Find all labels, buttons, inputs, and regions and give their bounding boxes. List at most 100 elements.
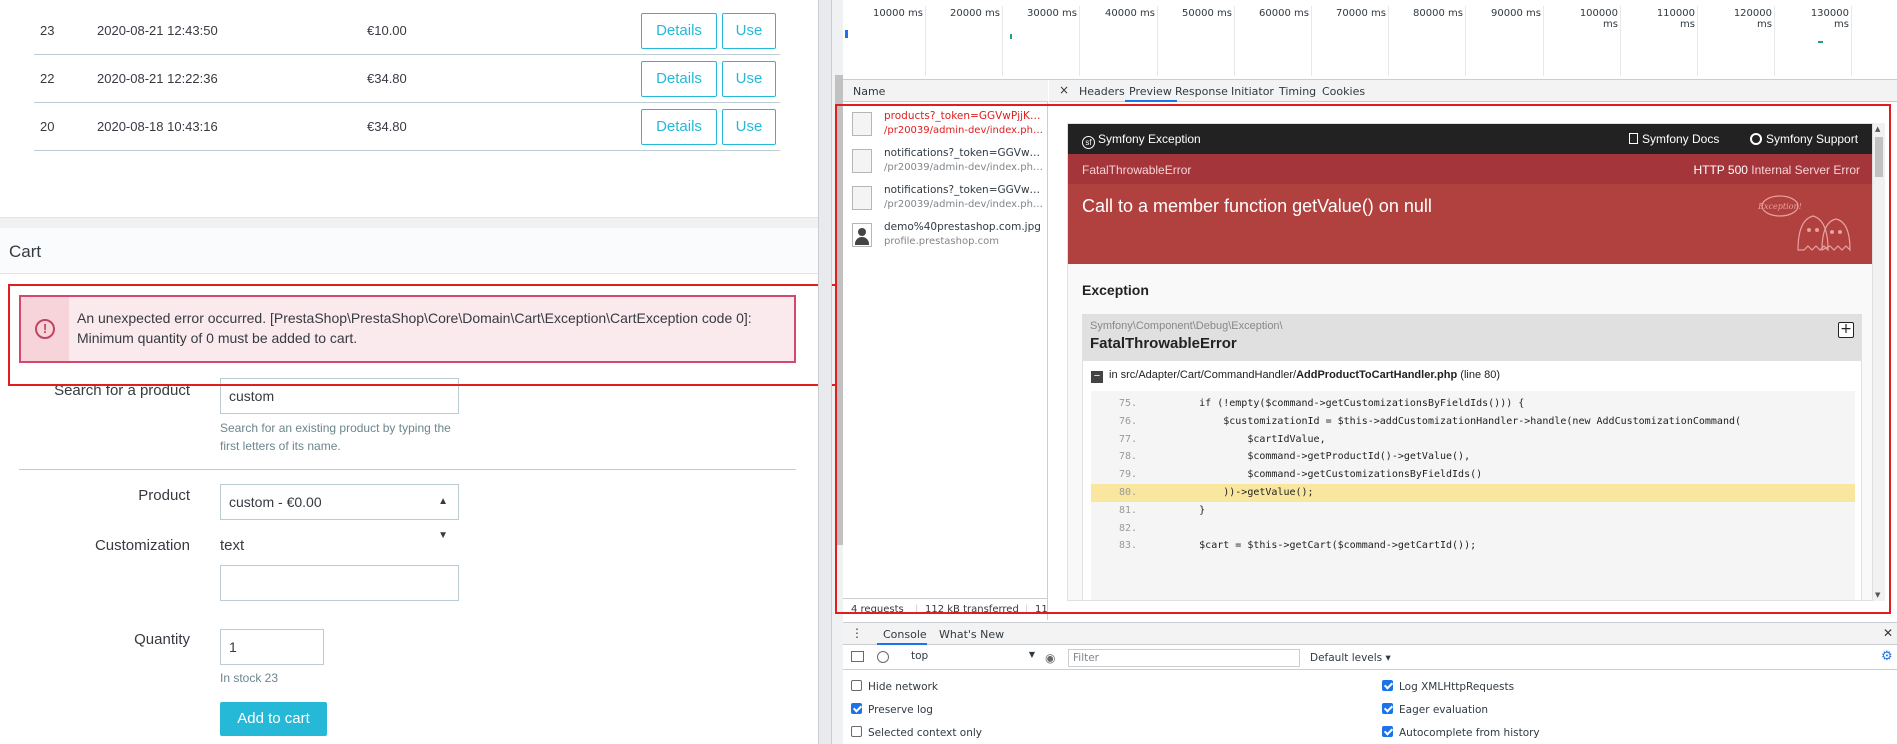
details-button[interactable]: Details — [641, 61, 717, 97]
eye-icon[interactable]: ◉ — [1045, 651, 1055, 665]
eager-evaluation-option[interactable]: Eager evaluation — [1382, 703, 1488, 716]
timeline-gridline — [1388, 6, 1389, 76]
timeline-gridline — [1311, 6, 1312, 76]
divider — [19, 469, 796, 470]
select-arrows-icon: ▲ ▼ — [438, 496, 448, 541]
checkbox[interactable] — [1382, 726, 1393, 737]
request-detail-tabs: × Headers Preview Response Initiator Tim… — [1049, 80, 1897, 102]
voucher-amount: €34.80 — [367, 71, 407, 86]
timeline-tick-label: 1400 — [1877, 8, 1897, 19]
timeline-tick-label: 40000 ms — [1105, 8, 1155, 19]
tab-preview[interactable]: Preview — [1129, 85, 1172, 98]
quantity-input[interactable]: 1 — [220, 629, 324, 665]
search-help: Search for an existing product by typing… — [220, 421, 451, 453]
timeline-bar — [845, 30, 848, 38]
log-xhr-option[interactable]: Log XMLHttpRequests — [1382, 680, 1514, 693]
timeline-gridline — [925, 6, 926, 76]
checkbox[interactable] — [851, 726, 862, 737]
autocomplete-option[interactable]: Autocomplete from history — [1382, 726, 1540, 739]
tab-timing[interactable]: Timing — [1279, 85, 1316, 98]
drawer-tabs: ⋮ Console What's New ✕ — [843, 623, 1897, 645]
tab-initiator[interactable]: Initiator — [1231, 85, 1274, 98]
checkbox[interactable] — [851, 703, 862, 714]
details-button[interactable]: Details — [641, 109, 717, 145]
option-label: Preserve log — [868, 704, 933, 716]
tab-console[interactable]: Console — [883, 628, 927, 641]
use-button[interactable]: Use — [722, 109, 776, 145]
tab-response[interactable]: Response — [1175, 85, 1228, 98]
checkbox[interactable] — [1382, 703, 1393, 714]
details-button[interactable]: Details — [641, 13, 717, 49]
filter-input[interactable]: Filter — [1068, 649, 1300, 667]
preserve-log-option[interactable]: Preserve log — [851, 703, 933, 716]
timeline-gridline — [1851, 6, 1852, 76]
timeline-tick-label: 80000 ms — [1413, 8, 1463, 19]
option-label: Log XMLHttpRequests — [1399, 681, 1515, 693]
timeline-tick-label: 130000 ms — [1810, 8, 1849, 30]
context-select[interactable]: top ▼ — [911, 650, 1035, 666]
selected-context-option[interactable]: Selected context only — [851, 726, 982, 739]
timeline-tick-label: 30000 ms — [1027, 8, 1077, 19]
tab-cookies[interactable]: Cookies — [1322, 85, 1365, 98]
voucher-date: 2020-08-21 12:22:36 — [97, 71, 218, 86]
console-drawer: ⋮ Console What's New ✕ top ▼ ◉ Filter De… — [843, 622, 1897, 744]
kebab-menu-icon[interactable]: ⋮ — [851, 626, 863, 640]
timeline-gridline — [1774, 6, 1775, 76]
customization-text-input[interactable] — [220, 565, 459, 601]
timeline-tick-label: 60000 ms — [1259, 8, 1309, 19]
gear-icon[interactable]: ⚙ — [1881, 649, 1893, 664]
table-row: 20 2020-08-18 10:43:16 €34.80 Details Us… — [34, 103, 780, 151]
timeline-bar — [1818, 41, 1823, 43]
product-select[interactable]: custom - €0.00 ▲ ▼ — [220, 484, 459, 541]
panel-divider[interactable] — [818, 0, 832, 744]
option-label: Hide network — [868, 681, 938, 693]
tab-whats-new[interactable]: What's New — [939, 628, 1004, 641]
timeline-gridline — [1079, 6, 1080, 76]
error-highlight-outline — [8, 284, 880, 386]
use-button[interactable]: Use — [722, 61, 776, 97]
network-timeline[interactable]: 10000 ms 20000 ms 30000 ms 40000 ms 50000 ms… — [843, 0, 1897, 80]
cart-header: Cart — [0, 228, 818, 274]
in-stock-text: In stock 23 — [220, 671, 279, 685]
sidebar-toggle-icon[interactable] — [851, 651, 864, 662]
timeline-bar — [1010, 34, 1012, 39]
tab-headers[interactable]: Headers — [1079, 85, 1125, 98]
name-column-header[interactable]: Name — [843, 80, 1048, 102]
voucher-date: 2020-08-18 10:43:16 — [97, 119, 218, 134]
add-to-cart-button[interactable]: Add to cart — [220, 702, 327, 736]
context-value: top — [911, 650, 929, 662]
timeline-gridline — [1157, 6, 1158, 76]
timeline-gridline — [1697, 6, 1698, 76]
timeline-gridline — [1620, 6, 1621, 76]
console-toolbar: top ▼ ◉ Filter Default levels ▾ ⚙ — [843, 646, 1897, 670]
voucher-amount: €34.80 — [367, 119, 407, 134]
timeline-tick-label: 120000 ms — [1733, 8, 1772, 30]
timeline-gridline — [1543, 6, 1544, 76]
checkbox[interactable] — [851, 680, 862, 691]
log-levels-select[interactable]: Default levels ▾ — [1310, 652, 1391, 664]
clear-console-icon[interactable] — [877, 651, 889, 663]
timeline-tick-label: 10000 ms — [873, 8, 923, 19]
hide-network-option[interactable]: Hide network — [851, 680, 938, 693]
timeline-tick-label: 70000 ms — [1336, 8, 1386, 19]
voucher-id: 20 — [40, 119, 55, 134]
option-label: Autocomplete from history — [1399, 727, 1540, 739]
chevron-down-icon: ▼ — [1028, 650, 1035, 659]
active-tab-indicator — [1125, 100, 1177, 102]
preview-highlight-outline — [835, 104, 1891, 614]
customization-field-name: text — [220, 537, 245, 554]
timeline-gridline — [1465, 6, 1466, 76]
use-button[interactable]: Use — [722, 13, 776, 49]
checkbox[interactable] — [1382, 680, 1393, 691]
product-select-value: custom - €0.00 — [229, 494, 322, 510]
vouchers-panel: 23 2020-08-21 12:43:50 €10.00 Details Us… — [0, 0, 818, 218]
voucher-amount: €10.00 — [367, 23, 407, 38]
close-icon[interactable]: × — [1059, 83, 1069, 97]
quantity-label: Quantity — [134, 631, 190, 648]
product-label: Product — [138, 487, 190, 504]
customization-label: Customization — [94, 537, 190, 554]
close-icon[interactable]: ✕ — [1883, 626, 1893, 640]
option-label: Selected context only — [868, 727, 982, 739]
voucher-id: 23 — [40, 23, 55, 38]
table-row: 23 2020-08-21 12:43:50 €10.00 Details Us… — [34, 7, 780, 55]
